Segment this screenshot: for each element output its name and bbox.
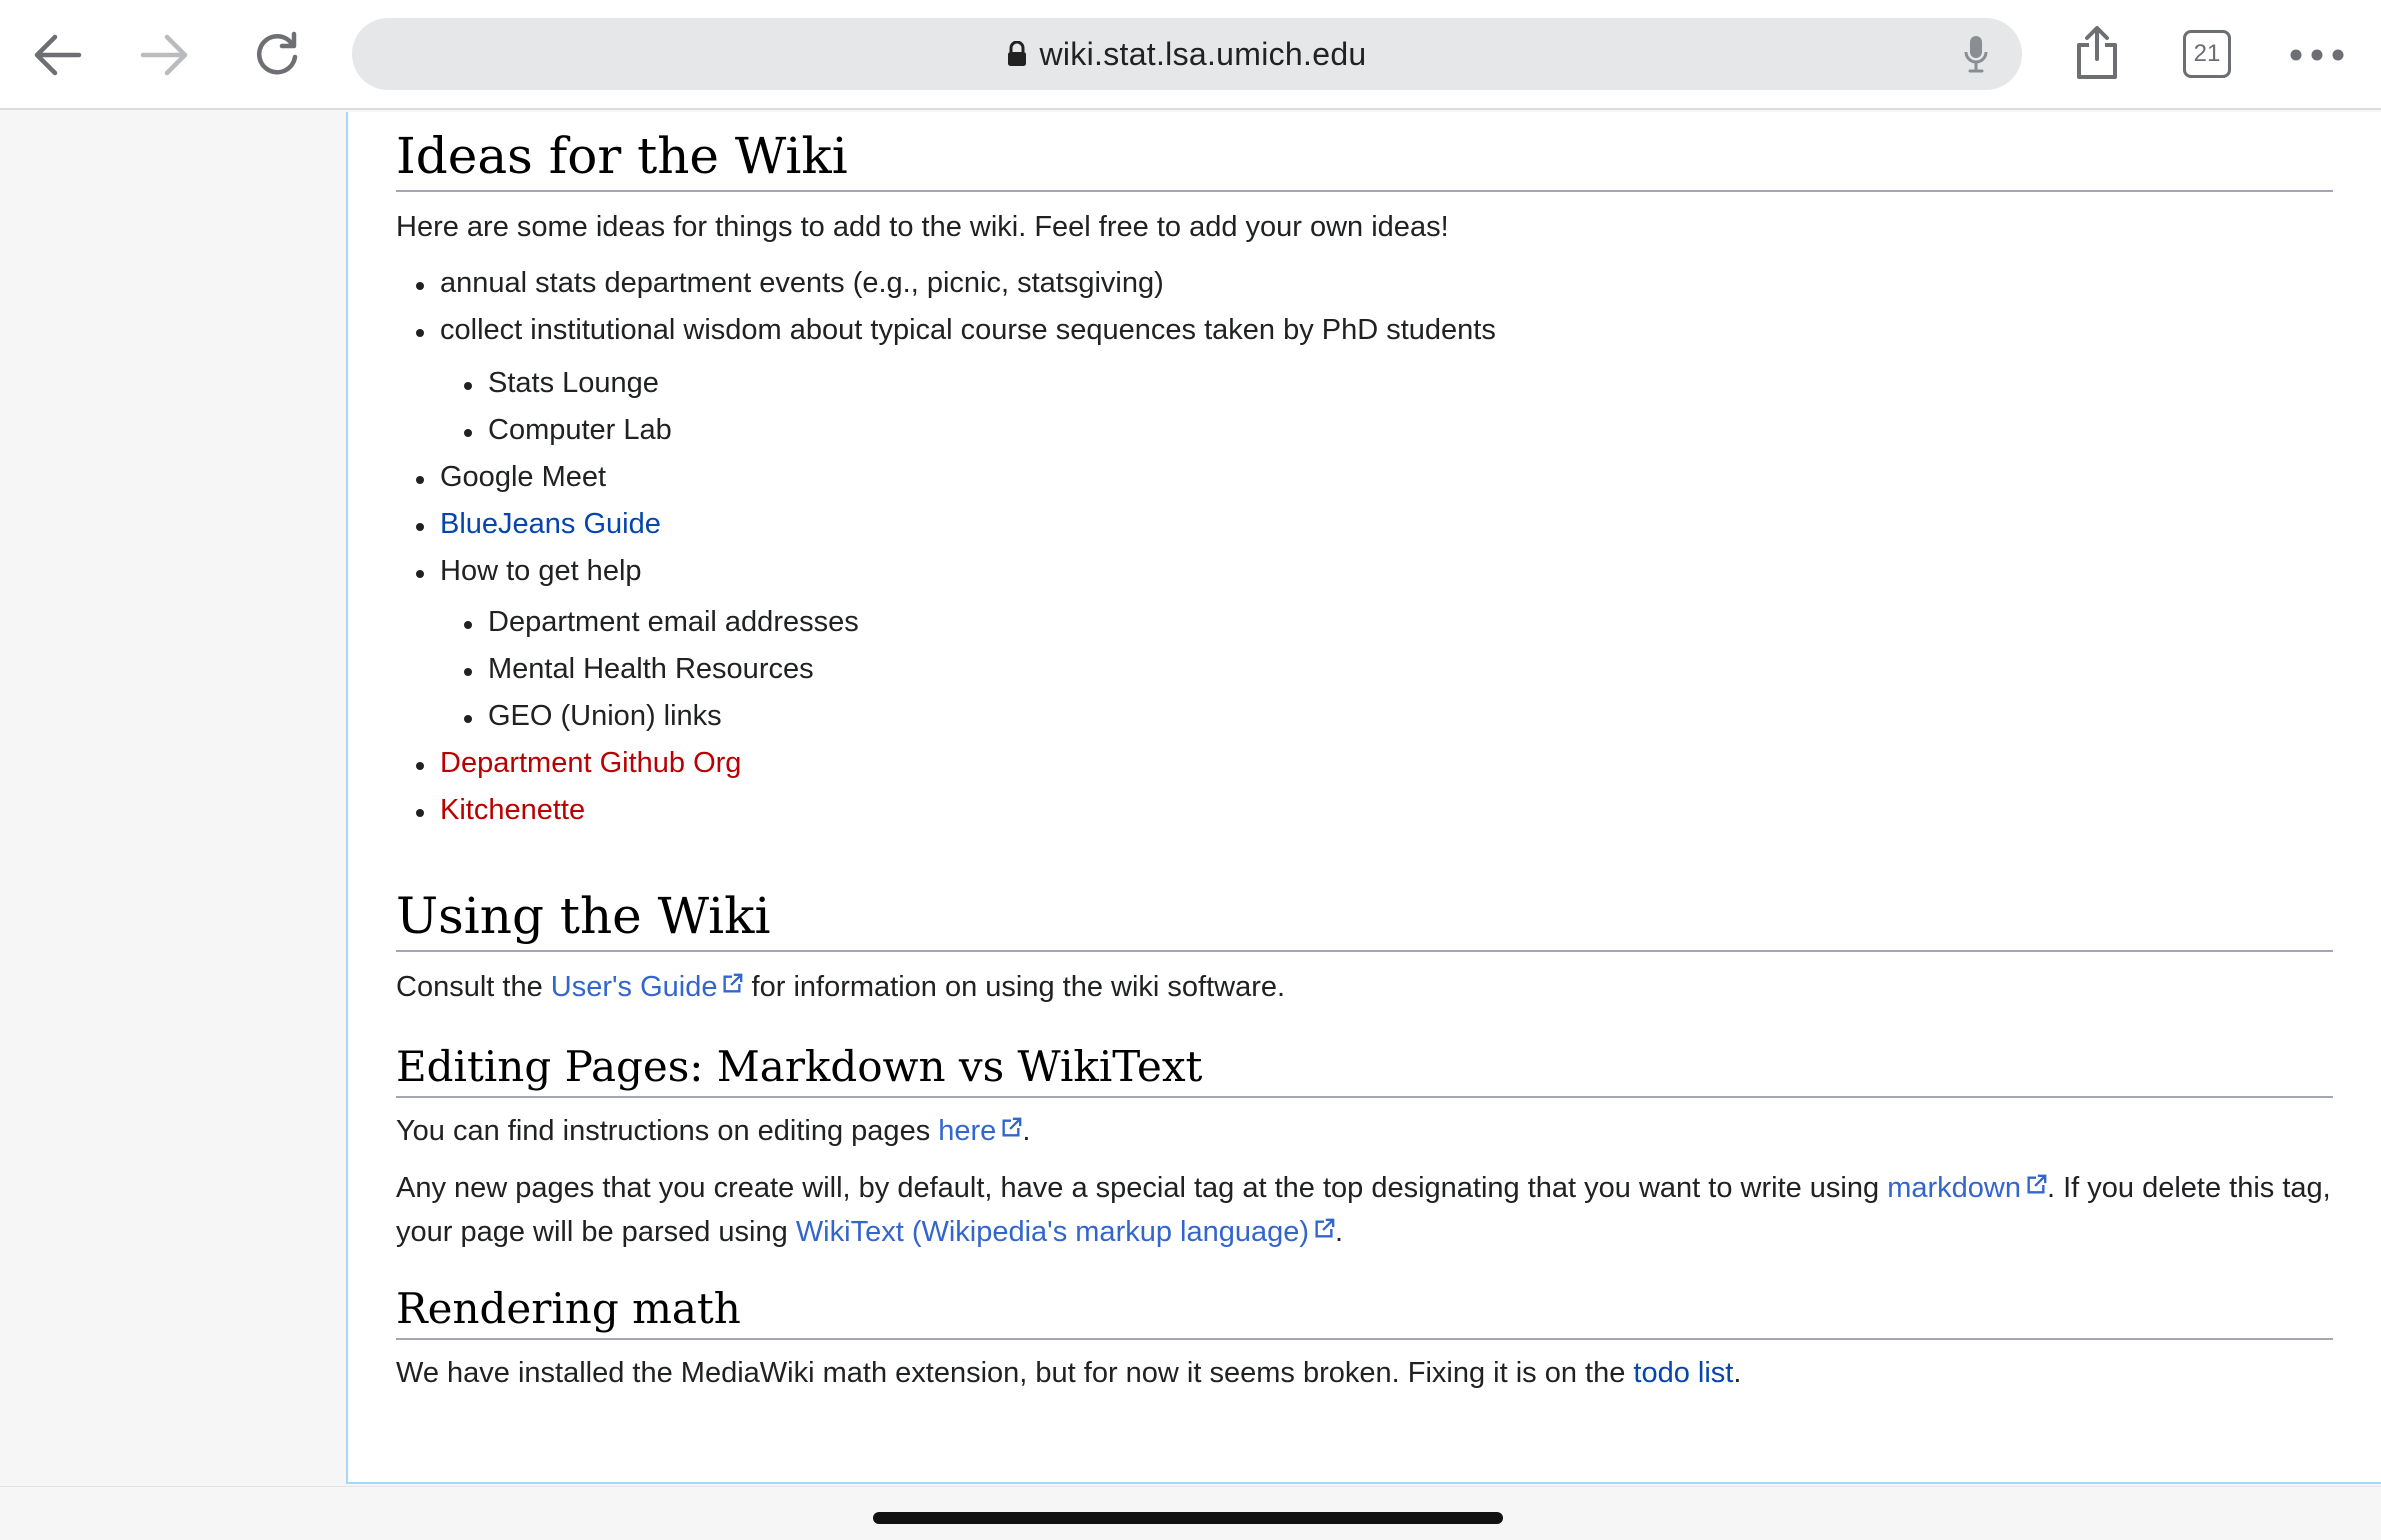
math-text-post: . bbox=[1733, 1357, 1742, 1389]
tab-count: 21 bbox=[2193, 40, 2221, 67]
list-item: How to get help Department email address… bbox=[416, 548, 2333, 740]
tabs-button[interactable]: 21 bbox=[2183, 30, 2231, 78]
editing-p2-text-post: . bbox=[1335, 1216, 1344, 1248]
list-item: Google Meet bbox=[416, 454, 2333, 501]
editing-paragraph-1: You can find instructions on editing pag… bbox=[396, 1108, 2333, 1154]
list-item: collect institutional wisdom about typic… bbox=[416, 307, 2333, 454]
reload-button[interactable] bbox=[244, 22, 310, 88]
list-item-text: Department email addresses bbox=[488, 606, 859, 638]
forward-arrow-icon bbox=[140, 34, 188, 76]
lock-icon bbox=[1007, 41, 1027, 67]
list-item: GEO (Union) links bbox=[464, 693, 2333, 740]
consult-paragraph: Consult the User's Guide for information… bbox=[396, 964, 2333, 1010]
list-item: Computer Lab bbox=[464, 407, 2333, 454]
external-link-icon bbox=[1315, 1218, 1335, 1238]
wikitext-link[interactable]: WikiText (Wikipedia's markup language) bbox=[796, 1216, 1335, 1248]
external-link-icon bbox=[723, 973, 743, 993]
ideas-list: annual stats department events (e.g., pi… bbox=[416, 260, 2333, 834]
more-icon bbox=[2290, 49, 2344, 61]
editing-text-post: . bbox=[1022, 1115, 1031, 1147]
using-heading: Using the Wiki bbox=[396, 884, 2333, 952]
math-heading: Rendering math bbox=[396, 1282, 2333, 1340]
list-item: Stats Lounge bbox=[464, 360, 2333, 407]
share-icon bbox=[2077, 26, 2117, 79]
list-item-text: GEO (Union) links bbox=[488, 700, 722, 732]
list-item-text: Stats Lounge bbox=[488, 367, 659, 399]
reload-icon bbox=[256, 31, 298, 75]
kitchenette-link[interactable]: Kitchenette bbox=[440, 794, 585, 826]
more-button[interactable] bbox=[2284, 22, 2350, 88]
external-link-icon bbox=[1002, 1117, 1022, 1137]
back-button[interactable] bbox=[24, 22, 90, 88]
list-item-text: How to get help bbox=[440, 555, 642, 587]
list-item-text: Computer Lab bbox=[488, 414, 672, 446]
list-item: Mental Health Resources bbox=[464, 646, 2333, 693]
list-item-text: Google Meet bbox=[440, 461, 607, 493]
forward-button[interactable] bbox=[132, 22, 198, 88]
consult-text-pre: Consult the bbox=[396, 971, 543, 1003]
department-github-org-link[interactable]: Department Github Org bbox=[440, 747, 741, 779]
back-arrow-icon bbox=[34, 34, 82, 76]
external-link-icon bbox=[2027, 1174, 2047, 1194]
list-item: Kitchenette bbox=[416, 787, 2333, 834]
math-text-pre: We have installed the MediaWiki math ext… bbox=[396, 1357, 1626, 1389]
list-item: annual stats department events (e.g., pi… bbox=[416, 260, 2333, 307]
math-paragraph: We have installed the MediaWiki math ext… bbox=[396, 1350, 2333, 1396]
ideas-intro: Here are some ideas for things to add to… bbox=[396, 211, 1449, 243]
microphone-icon[interactable] bbox=[1956, 34, 1996, 74]
list-item-text: collect institutional wisdom about typic… bbox=[440, 314, 1496, 346]
here-link-text: here bbox=[938, 1115, 997, 1147]
markdown-link[interactable]: markdown bbox=[1887, 1172, 2047, 1204]
editing-paragraph-2: Any new pages that you create will, by d… bbox=[396, 1166, 2333, 1254]
list-item: Department email addresses bbox=[464, 599, 2333, 646]
address-bar[interactable]: wiki.stat.lsa.umich.edu bbox=[352, 18, 2022, 90]
markdown-link-text: markdown bbox=[1887, 1172, 2021, 1204]
list-item-text: Mental Health Resources bbox=[488, 653, 814, 685]
users-guide-link[interactable]: User's Guide bbox=[551, 971, 744, 1003]
editing-heading: Editing Pages: Markdown vs WikiText bbox=[396, 1040, 2333, 1098]
list-item: BlueJeans Guide bbox=[416, 501, 2333, 548]
ideas-heading: Ideas for the Wiki bbox=[396, 124, 2333, 192]
url-text: wiki.stat.lsa.umich.edu bbox=[1039, 35, 1367, 72]
bluejeans-guide-link[interactable]: BlueJeans Guide bbox=[440, 508, 661, 540]
wiki-content: Ideas for the Wiki Here are some ideas f… bbox=[346, 112, 2381, 1484]
here-link[interactable]: here bbox=[938, 1115, 1022, 1147]
home-indicator[interactable] bbox=[873, 1512, 1503, 1524]
wiki-sidebar-area bbox=[0, 112, 346, 1482]
users-guide-link-text: User's Guide bbox=[550, 971, 718, 1003]
consult-text-post: for information on using the wiki softwa… bbox=[751, 971, 1286, 1003]
list-item-text: annual stats department events (e.g., pi… bbox=[440, 267, 1164, 299]
editing-p2-text-pre: Any new pages that you create will, by d… bbox=[396, 1172, 1880, 1204]
todo-list-link[interactable]: todo list bbox=[1633, 1357, 1733, 1389]
editing-text-pre: You can find instructions on editing pag… bbox=[396, 1115, 931, 1147]
list-item: Department Github Org bbox=[416, 740, 2333, 787]
share-button[interactable] bbox=[2064, 20, 2130, 86]
browser-toolbar: wiki.stat.lsa.umich.edu 21 bbox=[0, 0, 2381, 110]
wikitext-link-text: WikiText (Wikipedia's markup language) bbox=[795, 1216, 1310, 1248]
